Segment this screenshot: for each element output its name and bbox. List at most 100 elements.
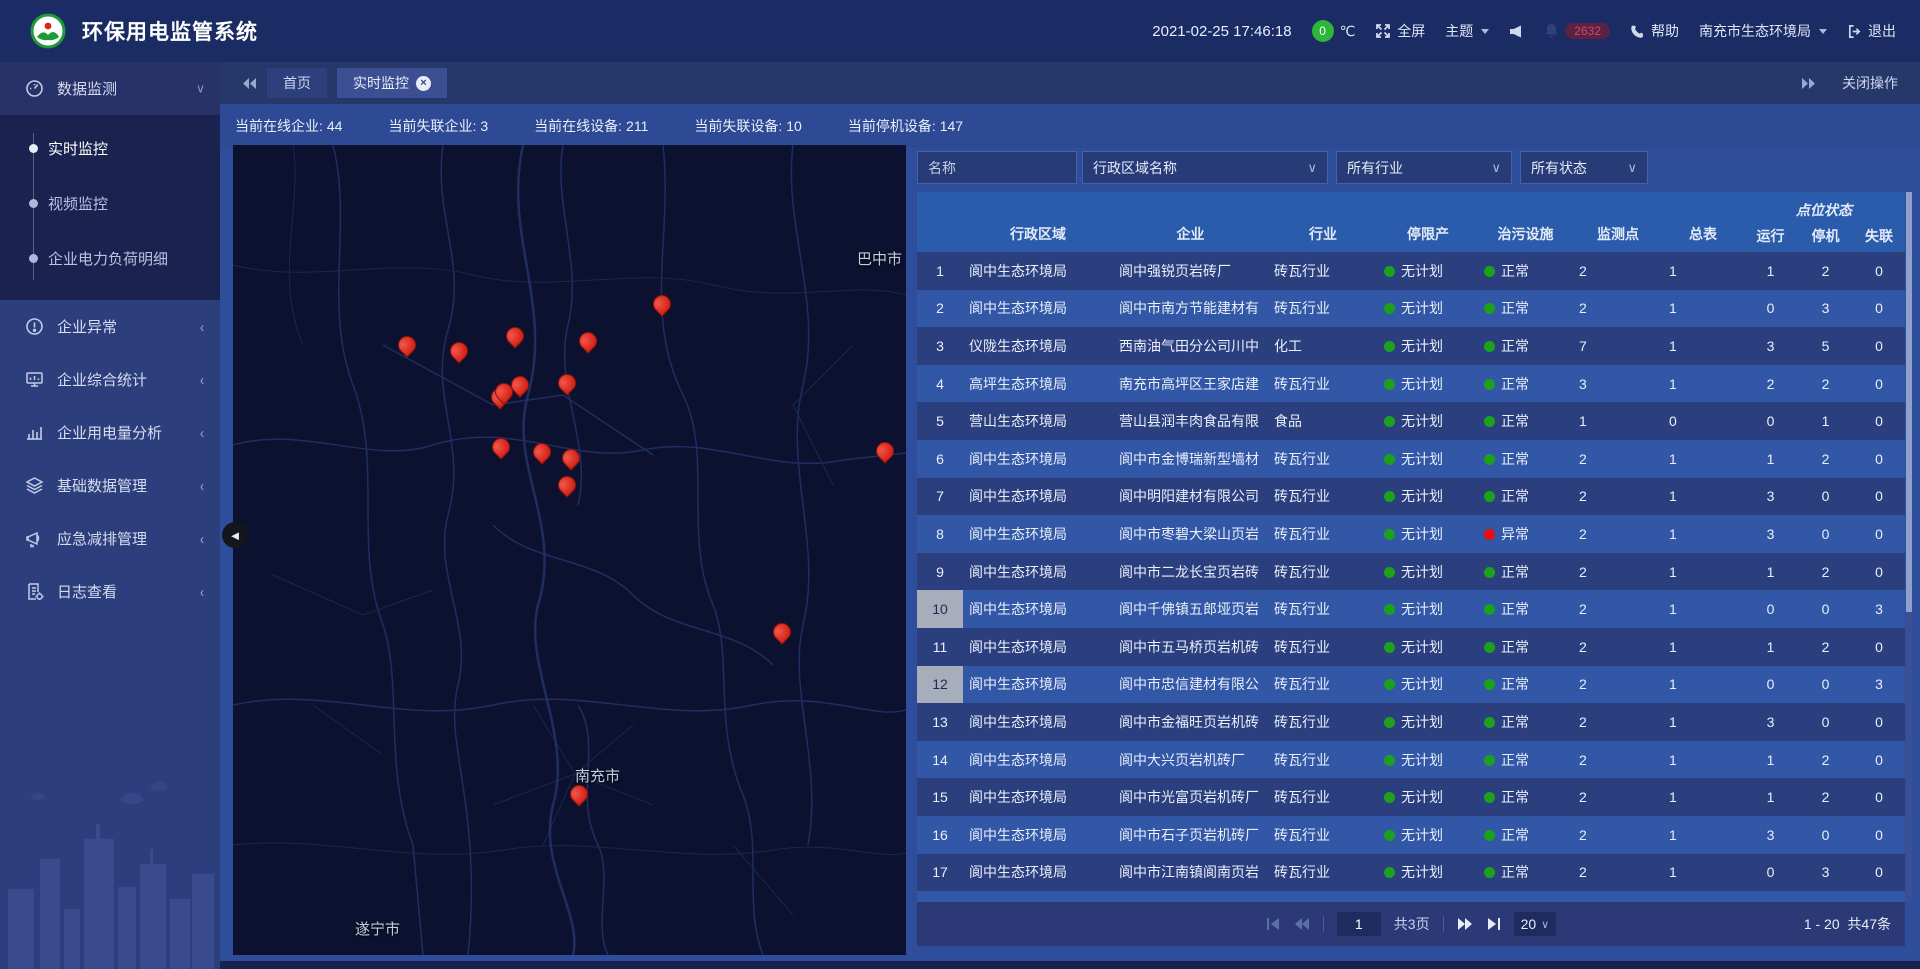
cell-meters: 1	[1663, 827, 1743, 843]
table-row[interactable]: 3 仪陇生态环境局 西南油气田分公司川中 化工 无计划 正常 7 1 3 5 0	[917, 327, 1905, 365]
last-page-button[interactable]	[1486, 917, 1501, 931]
fullscreen-button[interactable]: 全屏	[1375, 21, 1425, 41]
industry-filter-select[interactable]: 所有行业 ∨	[1336, 151, 1512, 184]
name-filter-input[interactable]	[917, 151, 1077, 184]
cell-stop-status: 无计划	[1378, 862, 1478, 882]
cell-region: 阆中生态环境局	[963, 637, 1113, 657]
sidebar-item-应急减排管理[interactable]: 应急减排管理 ‹	[0, 512, 220, 565]
row-index: 1	[917, 252, 963, 290]
status-dot-icon	[1384, 529, 1395, 540]
status-dot-icon	[1484, 341, 1495, 352]
sidebar-item-企业用电量分析[interactable]: 企业用电量分析 ‹	[0, 406, 220, 459]
region-filter-select[interactable]: 行政区域名称 ∨	[1082, 151, 1328, 184]
logout-label: 退出	[1868, 21, 1896, 41]
sidebar-subitem-视频监控[interactable]: 视频监控	[0, 176, 220, 231]
scrollbar-thumb[interactable]	[1906, 192, 1912, 612]
cell-disconnected: 0	[1853, 714, 1905, 730]
alert-icon	[25, 317, 45, 337]
bell-icon	[1544, 23, 1559, 39]
cell-stopped: 0	[1798, 714, 1853, 730]
theme-label: 主题	[1445, 21, 1473, 41]
scroll-tabs-right-icon[interactable]	[1801, 77, 1816, 90]
table-row[interactable]: 1 阆中生态环境局 阆中强锐页岩砖厂 砖瓦行业 无计划 正常 2 1 1 2 0	[917, 252, 1905, 290]
table-row[interactable]: 14 阆中生态环境局 阆中大兴页岩机砖厂 砖瓦行业 无计划 正常 2 1 1 2…	[917, 741, 1905, 779]
logout-button[interactable]: 退出	[1847, 21, 1896, 41]
app-header: 环保用电监管系统 2021-02-25 17:46:18 0 ℃ 全屏 主题	[0, 0, 1920, 62]
page-size-value: 20	[1521, 916, 1537, 932]
page-number-input[interactable]: 1	[1337, 912, 1381, 936]
table-row[interactable]: 18 南部生态环境局 南部县利华水泥有限公 建材行业 无计划 正常 2 1 1 …	[917, 891, 1905, 902]
notifications-button[interactable]: 2632	[1544, 23, 1610, 39]
cell-region: 营山生态环境局	[963, 411, 1113, 431]
table-row[interactable]: 9 阆中生态环境局 阆中市二龙长宝页岩砖 砖瓦行业 无计划 正常 2 1 1 2…	[917, 553, 1905, 591]
cell-running: 3	[1743, 526, 1798, 542]
sidebar-subitem-label: 视频监控	[48, 193, 108, 214]
table-row[interactable]: 10 阆中生态环境局 阆中千佛镇五郎垭页岩 砖瓦行业 无计划 正常 2 1 0 …	[917, 590, 1905, 628]
collapse-sidebar-button[interactable]: ◄	[222, 522, 248, 548]
cell-company: 阆中千佛镇五郎垭页岩	[1113, 599, 1268, 619]
cell-facility-status: 正常	[1478, 411, 1573, 431]
sidebar-item-数据监测[interactable]: 数据监测 ˅	[0, 62, 220, 115]
cell-points: 2	[1573, 864, 1663, 880]
col-company: 企业	[1113, 222, 1268, 246]
prev-page-button[interactable]	[1294, 917, 1310, 931]
table-row[interactable]: 7 阆中生态环境局 阆中明阳建材有限公司 砖瓦行业 无计划 正常 2 1 3 0…	[917, 478, 1905, 516]
sidebar-item-日志查看[interactable]: 日志查看 ‹	[0, 565, 220, 618]
table-row[interactable]: 5 营山生态环境局 营山县润丰肉食品有限 食品 无计划 正常 1 0 0 1 0	[917, 402, 1905, 440]
close-tab-icon[interactable]: ×	[416, 76, 431, 91]
tab-home[interactable]: 首页	[267, 68, 327, 98]
sound-button[interactable]	[1509, 24, 1524, 39]
page-size-select[interactable]: 20 ∨	[1514, 912, 1557, 936]
status-dot-icon	[1384, 604, 1395, 615]
table-row[interactable]: 15 阆中生态环境局 阆中市光富页岩机砖厂 砖瓦行业 无计划 正常 2 1 1 …	[917, 778, 1905, 816]
cell-company: 南充市高坪区王家店建	[1113, 374, 1268, 394]
row-index: 2	[917, 290, 963, 328]
theme-menu[interactable]: 主题	[1445, 21, 1489, 41]
scroll-tabs-left-icon[interactable]	[242, 77, 257, 90]
cell-stopped: 0	[1798, 488, 1853, 504]
help-button[interactable]: 帮助	[1630, 21, 1679, 41]
table-row[interactable]: 13 阆中生态环境局 阆中市金福旺页岩机砖 砖瓦行业 无计划 正常 2 1 3 …	[917, 703, 1905, 741]
close-operations-button[interactable]: 关闭操作	[1842, 73, 1898, 93]
cell-points: 2	[1573, 827, 1663, 843]
stats-icon	[25, 370, 45, 390]
table-row[interactable]: 6 阆中生态环境局 阆中市金博瑞新型墙材 砖瓦行业 无计划 正常 2 1 1 2…	[917, 440, 1905, 478]
tab-realtime-monitoring[interactable]: 实时监控 ×	[337, 68, 447, 98]
cell-industry: 化工	[1268, 336, 1378, 356]
cell-region: 阆中生态环境局	[963, 862, 1113, 882]
cell-points: 2	[1573, 488, 1663, 504]
org-menu[interactable]: 南充市生态环境局	[1699, 21, 1827, 41]
row-index: 5	[917, 402, 963, 440]
table-row[interactable]: 11 阆中生态环境局 阆中市五马桥页岩机砖 砖瓦行业 无计划 正常 2 1 1 …	[917, 628, 1905, 666]
sidebar-subitem-实时监控[interactable]: 实时监控	[0, 121, 220, 176]
next-page-button[interactable]	[1457, 917, 1473, 931]
cell-points: 1	[1573, 413, 1663, 429]
sidebar-item-label: 应急减排管理	[57, 528, 147, 549]
cell-points: 2	[1573, 601, 1663, 617]
table-row[interactable]: 8 阆中生态环境局 阆中市枣碧大梁山页岩 砖瓦行业 无计划 异常 2 1 3 0…	[917, 515, 1905, 553]
row-index: 10	[917, 590, 963, 628]
cell-running: 0	[1743, 413, 1798, 429]
cell-industry: 砖瓦行业	[1268, 562, 1378, 582]
cell-disconnected: 0	[1853, 564, 1905, 580]
cell-meters: 1	[1663, 639, 1743, 655]
sidebar-item-基础数据管理[interactable]: 基础数据管理 ‹	[0, 459, 220, 512]
cell-company: 阆中市光富页岩机砖厂	[1113, 787, 1268, 807]
table-row[interactable]: 4 高坪生态环境局 南充市高坪区王家店建 砖瓦行业 无计划 正常 3 1 2 2…	[917, 365, 1905, 403]
sidebar-subitem-企业电力负荷明细[interactable]: 企业电力负荷明细	[0, 231, 220, 286]
status-filter-select[interactable]: 所有状态 ∨	[1520, 151, 1648, 184]
status-dot-icon	[1484, 604, 1495, 615]
sidebar-item-企业异常[interactable]: 企业异常 ‹	[0, 300, 220, 353]
table-row[interactable]: 2 阆中生态环境局 阆中市南方节能建材有 砖瓦行业 无计划 正常 2 1 0 3…	[917, 290, 1905, 328]
table-row[interactable]: 16 阆中生态环境局 阆中市石子页岩机砖厂 砖瓦行业 无计划 正常 2 1 3 …	[917, 816, 1905, 854]
cell-disconnected: 0	[1853, 451, 1905, 467]
table-row[interactable]: 12 阆中生态环境局 阆中市忠信建材有限公 砖瓦行业 无计划 正常 2 1 0 …	[917, 666, 1905, 704]
map-panel[interactable]: 巴中市南充市遂宁市	[233, 145, 906, 955]
cell-points: 2	[1573, 564, 1663, 580]
cell-stop-status: 无计划	[1378, 336, 1478, 356]
col-run: 运行	[1743, 226, 1798, 246]
sidebar-item-企业综合统计[interactable]: 企业综合统计 ‹	[0, 353, 220, 406]
table-row[interactable]: 17 阆中生态环境局 阆中市江南镇阆南页岩 砖瓦行业 无计划 正常 2 1 0 …	[917, 854, 1905, 892]
cell-points: 2	[1573, 639, 1663, 655]
first-page-button[interactable]	[1266, 917, 1281, 931]
